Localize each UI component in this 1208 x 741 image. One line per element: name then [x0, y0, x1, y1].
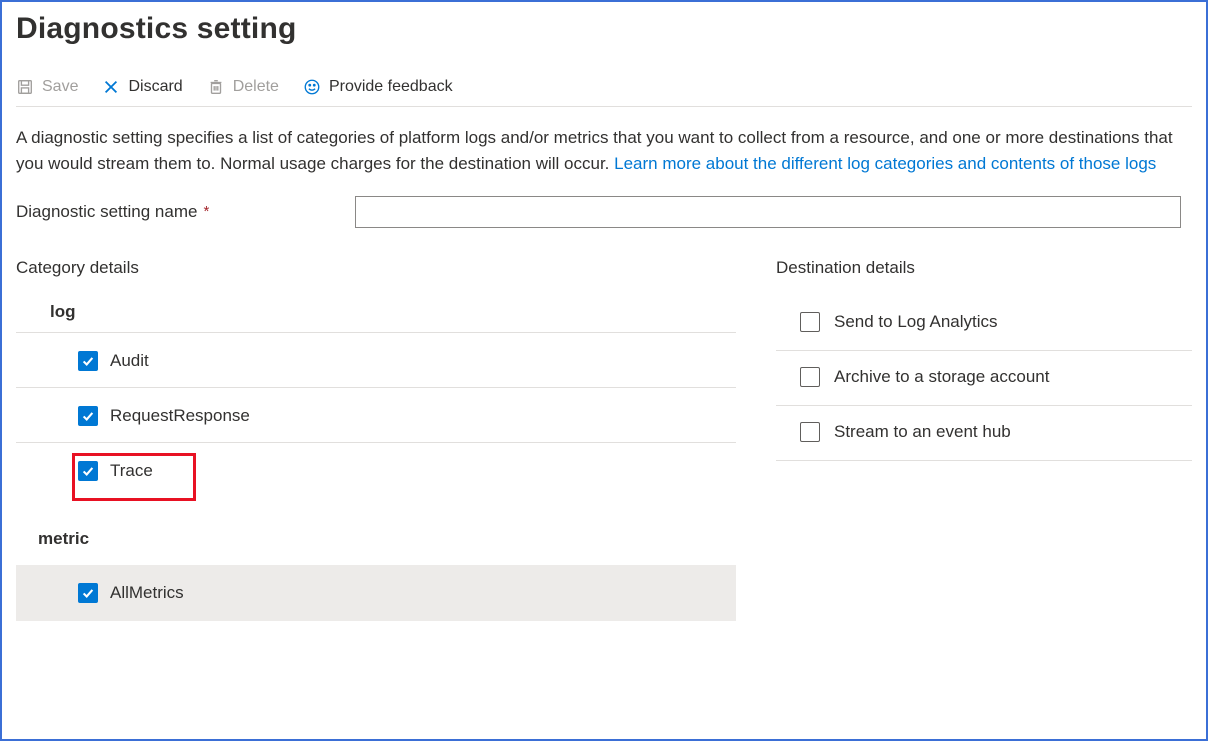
log-category-label: RequestResponse	[110, 406, 250, 426]
feedback-button[interactable]: Provide feedback	[303, 78, 453, 96]
destination-row-storage-account[interactable]: Archive to a storage account	[776, 351, 1192, 406]
destination-row-log-analytics[interactable]: Send to Log Analytics	[776, 302, 1192, 351]
destination-label: Send to Log Analytics	[834, 312, 998, 332]
checkbox-trace[interactable]	[78, 461, 98, 481]
log-category-list: Audit RequestResponse Trace	[16, 333, 736, 497]
checkbox-storage-account[interactable]	[800, 367, 820, 387]
setting-name-row: Diagnostic setting name *	[16, 196, 1192, 228]
category-details-column: Category details log Audit RequestRespon…	[16, 258, 736, 621]
destination-details-column: Destination details Send to Log Analytic…	[776, 258, 1192, 461]
required-indicator: *	[203, 203, 209, 220]
toolbar: Save Discard D	[16, 74, 1192, 107]
save-icon	[16, 78, 34, 96]
checkbox-audit[interactable]	[78, 351, 98, 371]
metric-category-label: AllMetrics	[110, 583, 184, 603]
log-category-label: Audit	[110, 351, 149, 371]
category-heading: Category details	[16, 258, 736, 278]
checkbox-allmetrics[interactable]	[78, 583, 98, 603]
delete-label: Delete	[233, 78, 279, 96]
checkbox-requestresponse[interactable]	[78, 406, 98, 426]
destination-label: Archive to a storage account	[834, 367, 1049, 387]
log-category-label: Trace	[110, 461, 153, 481]
discard-label: Discard	[128, 78, 182, 96]
learn-more-link[interactable]: Learn more about the different log categ…	[614, 154, 1156, 173]
setting-name-input[interactable]	[355, 196, 1181, 228]
destination-list: Send to Log Analytics Archive to a stora…	[776, 302, 1192, 461]
save-button[interactable]: Save	[16, 78, 78, 96]
delete-button[interactable]: Delete	[207, 78, 279, 96]
log-category-row-audit[interactable]: Audit	[16, 333, 736, 388]
destination-heading: Destination details	[776, 258, 1192, 278]
save-label: Save	[42, 78, 78, 96]
description-text: A diagnostic setting specifies a list of…	[16, 125, 1176, 178]
log-category-row-trace[interactable]: Trace	[16, 443, 736, 497]
details-columns: Category details log Audit RequestRespon…	[16, 258, 1192, 621]
destination-label: Stream to an event hub	[834, 422, 1011, 442]
log-category-row-requestresponse[interactable]: RequestResponse	[16, 388, 736, 443]
metric-category-row-allmetrics[interactable]: AllMetrics	[16, 565, 736, 621]
delete-icon	[207, 78, 225, 96]
diagnostics-setting-panel: Diagnostics setting Save Discard	[0, 0, 1208, 741]
checkbox-event-hub[interactable]	[800, 422, 820, 442]
destination-row-event-hub[interactable]: Stream to an event hub	[776, 406, 1192, 461]
metric-group-label: metric	[16, 505, 736, 559]
log-group-label: log	[16, 302, 736, 333]
smile-icon	[303, 78, 321, 96]
feedback-label: Provide feedback	[329, 78, 453, 96]
checkbox-log-analytics[interactable]	[800, 312, 820, 332]
page-title: Diagnostics setting	[16, 12, 1192, 46]
setting-name-label: Diagnostic setting name	[16, 202, 197, 222]
close-icon	[102, 78, 120, 96]
discard-button[interactable]: Discard	[102, 78, 182, 96]
